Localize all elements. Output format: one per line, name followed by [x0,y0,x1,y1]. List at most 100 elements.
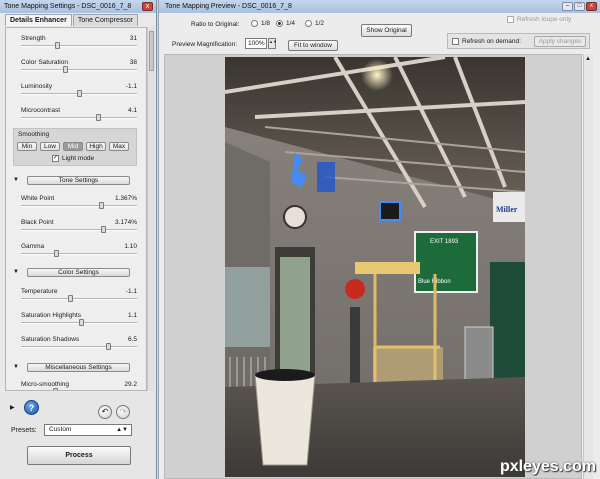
smoothing-buttons: Min Low Mid High Max [17,142,132,151]
slider-label: Strength [21,35,46,42]
strength-slider[interactable]: Strength 31 [21,35,137,53]
magnification-input[interactable]: 100% [245,38,267,49]
slider-handle[interactable] [96,114,101,121]
black-point-slider[interactable]: Black Point 3.174% [21,219,137,237]
slider-label: Black Point [21,219,54,226]
apply-changes-button[interactable]: Apply changes [534,36,586,47]
redo-icon[interactable]: ↷ [116,405,130,419]
slider-label: Micro-smoothing [21,381,70,388]
ratio-option-label: 1/2 [315,20,325,27]
slider-value: -1.1 [125,83,137,90]
expand-triangle-icon[interactable]: ▼ [13,269,19,275]
tab-tone-compressor[interactable]: Tone Compressor [72,14,139,26]
slider-handle[interactable] [101,226,106,233]
tv-screen [379,201,401,221]
magnification-label: Preview Magnification: [172,41,238,48]
smoothing-high-button[interactable]: High [86,142,106,151]
presets-select[interactable]: Custom ▲▼ [44,424,132,436]
maximize-icon[interactable]: □ [574,2,585,11]
process-button[interactable]: Process [27,446,131,465]
tab-details-enhancer[interactable]: Details Enhancer [5,14,72,26]
slider-value: 31 [129,35,137,42]
show-original-button[interactable]: Show Original [361,24,412,37]
white-point-slider[interactable]: White Point 1.367% [21,195,137,213]
neon-sign-blue [317,162,335,192]
ratio-option-1-2[interactable]: 1/2 [305,20,324,27]
slider-handle[interactable] [77,90,82,97]
slider-value: 29.2 [124,381,137,388]
slider-value: 1.1 [127,312,137,319]
light-mode-label: Light mode [62,155,95,162]
preview-canvas[interactable]: EXIT 1893 Blue Ribbon Miller [164,54,582,479]
preview-scrollbar[interactable]: ▲ [583,54,593,479]
temperature-slider[interactable]: Temperature -1.1 [21,288,137,306]
minimize-icon[interactable]: – [562,2,573,11]
slider-label: Color Saturation [21,59,68,66]
red-lamp [345,279,365,299]
fit-to-window-button[interactable]: Fit to window [288,40,338,51]
refresh-on-demand-checkbox[interactable]: Refresh on demand: [452,38,521,45]
microcontrast-slider[interactable]: Microcontrast 4.1 [21,107,137,125]
slider-handle[interactable] [63,66,68,73]
checkbox-box[interactable] [507,16,514,23]
refresh-loupe-checkbox[interactable]: Refresh loupe only [507,16,571,23]
luminosity-slider[interactable]: Luminosity -1.1 [21,83,137,101]
slider-label: Luminosity [21,83,53,90]
slider-track [21,346,137,348]
smoothing-mid-button[interactable]: Mid [63,142,83,151]
color-saturation-slider[interactable]: Color Saturation 38 [21,59,137,77]
lamp-pole [350,307,360,387]
preview-titlebar[interactable]: Tone Mapping Preview - DSC_0016_7_8 – □ … [159,0,600,13]
help-icon[interactable]: ? [24,400,39,415]
radio-icon[interactable] [276,20,283,27]
checkbox-box[interactable] [452,38,459,45]
slider-label: White Point [21,195,55,202]
smoothing-max-button[interactable]: Max [109,142,129,151]
refresh-group: Refresh on demand: Apply changes [447,33,590,49]
slider-handle[interactable] [79,319,84,326]
expand-arrow-icon[interactable]: ▶ [10,404,15,411]
slider-handle[interactable] [55,42,60,49]
smoothing-low-button[interactable]: Low [40,142,60,151]
window-controls: – □ x [561,2,597,11]
ratio-option-1-8[interactable]: 1/8 [251,20,270,27]
close-icon[interactable]: x [142,2,153,11]
ratio-option-label: 1/4 [286,20,296,27]
micro-smoothing-slider[interactable]: Micro-smoothing 29.2 [21,381,137,390]
settings-titlebar[interactable]: Tone Mapping Settings - DSC_0016_7_8 x [0,0,156,13]
slider-value: 1.367% [114,195,137,202]
ratio-option-1-4[interactable]: 1/4 [276,20,295,27]
close-icon[interactable]: x [586,2,597,11]
watermark: pxleyes.com [499,458,596,475]
color-settings-button[interactable]: Color Settings [27,268,130,277]
magnification-stepper-icon[interactable]: ▲▼ [268,38,277,49]
tone-settings-button[interactable]: Tone Settings [27,176,130,185]
slider-handle[interactable] [68,295,73,302]
expand-triangle-icon[interactable]: ▼ [13,177,19,183]
misc-settings-button[interactable]: Miscellaneous Settings [27,363,130,372]
scrollbar-thumb[interactable] [149,31,154,71]
scroll-up-icon[interactable]: ▲ [585,56,591,62]
checkbox-check-icon[interactable]: ✓ [52,155,59,162]
light-mode-checkbox[interactable]: ✓ Light mode [52,155,94,162]
gamma-slider[interactable]: Gamma 1.10 [21,243,137,261]
radio-icon[interactable] [305,20,312,27]
window-left [225,267,270,347]
slider-track [21,117,137,119]
settings-tabs: Details Enhancer Tone Compressor [0,14,156,26]
preview-photo[interactable]: EXIT 1893 Blue Ribbon Miller [225,57,525,477]
settings-footer: ▶ ? ↶ ↷ Presets: Custom ▲▼ Process [0,392,156,479]
slider-handle[interactable] [53,388,58,390]
saturation-shadows-slider[interactable]: Saturation Shadows 6.5 [21,336,137,354]
slider-handle[interactable] [54,250,59,257]
slider-handle[interactable] [106,343,111,350]
saturation-highlights-slider[interactable]: Saturation Highlights 1.1 [21,312,137,330]
undo-icon[interactable]: ↶ [98,405,112,419]
settings-scrollbar[interactable] [147,27,155,391]
presets-label: Presets: [11,427,37,434]
slider-track [21,298,137,300]
slider-handle[interactable] [99,202,104,209]
radio-icon[interactable] [251,20,258,27]
expand-triangle-icon[interactable]: ▼ [13,364,19,370]
smoothing-min-button[interactable]: Min [17,142,37,151]
